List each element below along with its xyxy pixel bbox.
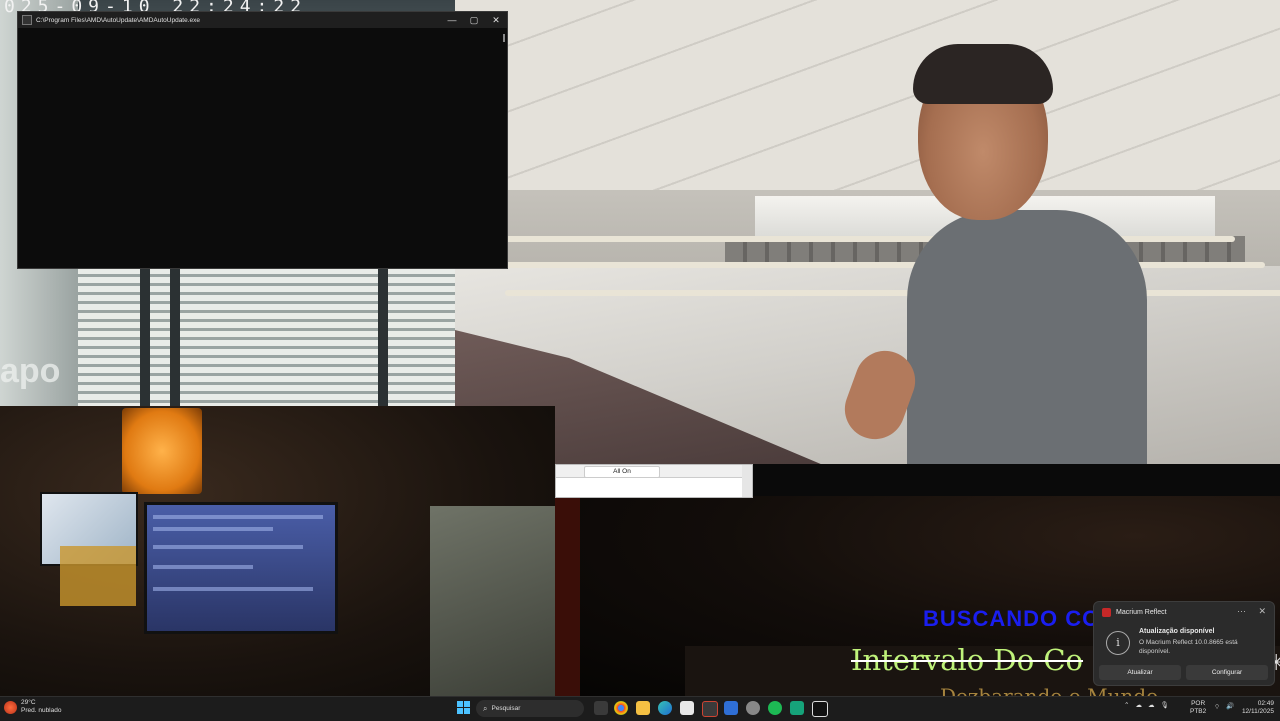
- search-placeholder: Pesquisar: [491, 705, 521, 712]
- amd-icon[interactable]: [812, 701, 828, 717]
- post: [170, 268, 180, 406]
- railing: [505, 290, 1280, 296]
- weather-temperature: 29°C: [21, 699, 36, 706]
- macrium-app-icon: [1102, 608, 1111, 617]
- settings-icon[interactable]: [746, 701, 760, 715]
- minimize-button[interactable]: —: [441, 15, 463, 25]
- banner-blue-text: BUSCANDO CO: [923, 606, 1101, 631]
- microphone-icon[interactable]: 🎙: [1160, 701, 1168, 709]
- watermark-text: apo: [0, 352, 61, 390]
- clock-time: 02:49: [1257, 700, 1274, 707]
- railing: [505, 262, 1265, 268]
- language-indicator[interactable]: POR PTB2: [1190, 700, 1206, 716]
- toast-title: Atualização disponível: [1139, 628, 1215, 635]
- terminal-title: C:\Program Files\AMD\AutoUpdate\AMDAutoU…: [36, 16, 201, 24]
- monitor-center: [144, 502, 338, 634]
- close-button[interactable]: ✕: [485, 15, 507, 26]
- person-hair: [913, 44, 1053, 104]
- update-button[interactable]: Atualizar: [1099, 665, 1181, 680]
- lamp: [122, 408, 202, 494]
- volume-icon[interactable]: 🔊: [1226, 702, 1234, 710]
- edge-icon[interactable]: [658, 701, 672, 715]
- all-on-tabbar: All On: [556, 465, 752, 478]
- weather-condition: Pred. nublado: [21, 707, 62, 714]
- clock-date: 12/11/2025: [1241, 708, 1274, 715]
- post: [140, 268, 150, 406]
- terminal-window[interactable]: C:\Program Files\AMD\AutoUpdate\AMDAutoU…: [17, 11, 508, 269]
- chevron-up-icon[interactable]: ⌃: [1124, 701, 1129, 709]
- terminal-icon[interactable]: [790, 701, 804, 715]
- curtain: [555, 496, 580, 696]
- blinds: [78, 268, 455, 406]
- terminal-titlebar[interactable]: C:\Program Files\AMD\AutoUpdate\AMDAutoU…: [18, 12, 507, 28]
- box: [60, 546, 136, 606]
- all-on-button[interactable]: All On: [584, 466, 660, 478]
- more-options-icon[interactable]: ···: [1237, 606, 1246, 616]
- clock[interactable]: 02:49 12/11/2025: [1242, 700, 1274, 716]
- cloud-icon[interactable]: ☁: [1135, 701, 1142, 709]
- toast-app-name: Macrium Reflect: [1116, 609, 1167, 616]
- configure-button[interactable]: Configurar: [1186, 665, 1268, 680]
- wifi-icon[interactable]: ⌔: [1214, 702, 1220, 711]
- onedrive-icon[interactable]: ☁: [1148, 701, 1155, 709]
- notification-toast[interactable]: Macrium Reflect ··· ✕ i Atualização disp…: [1093, 601, 1275, 686]
- info-icon: i: [1106, 631, 1130, 655]
- toast-body: O Macrium Reflect 10.0.8665 está disponí…: [1139, 639, 1238, 655]
- all-on-window[interactable]: All On: [555, 464, 753, 498]
- camera-feed-room: [0, 406, 555, 696]
- spotify-icon[interactable]: [768, 701, 782, 715]
- weather-widget[interactable]: 29°C Pred. nublado: [4, 699, 61, 715]
- person-body: [907, 210, 1147, 464]
- taskbar: 29°C Pred. nublado ⌕ Pesquisar ⌃ ☁ ☁ 🎙 P…: [0, 696, 1280, 721]
- monitor-right: [430, 506, 555, 696]
- store-icon[interactable]: [680, 701, 694, 715]
- windows-start-icon[interactable]: [457, 701, 470, 714]
- task-view-icon[interactable]: [594, 701, 608, 715]
- maximize-button[interactable]: ▢: [463, 15, 485, 26]
- obs-icon[interactable]: [702, 701, 718, 717]
- banner-green-text: Intervalo Do Co: [851, 643, 1084, 677]
- close-icon[interactable]: ✕: [1258, 606, 1266, 617]
- taskbar-search[interactable]: ⌕ Pesquisar: [476, 700, 584, 717]
- chrome-icon[interactable]: [614, 701, 628, 715]
- search-icon: ⌕: [483, 703, 488, 713]
- ceiling: [455, 0, 1280, 190]
- mail-icon[interactable]: [724, 701, 738, 715]
- post: [378, 268, 388, 406]
- camera-feed-walkway: [455, 0, 1280, 464]
- all-on-scrollbar[interactable]: [742, 465, 752, 497]
- weather-icon: [4, 700, 17, 714]
- terminal-app-icon: [22, 15, 32, 25]
- file-explorer-icon[interactable]: [636, 701, 650, 715]
- terminal-scrollbar[interactable]: [503, 34, 505, 42]
- system-tray[interactable]: ⌃ ☁ ☁ 🎙: [1124, 701, 1169, 709]
- toast-header: Macrium Reflect: [1102, 608, 1167, 617]
